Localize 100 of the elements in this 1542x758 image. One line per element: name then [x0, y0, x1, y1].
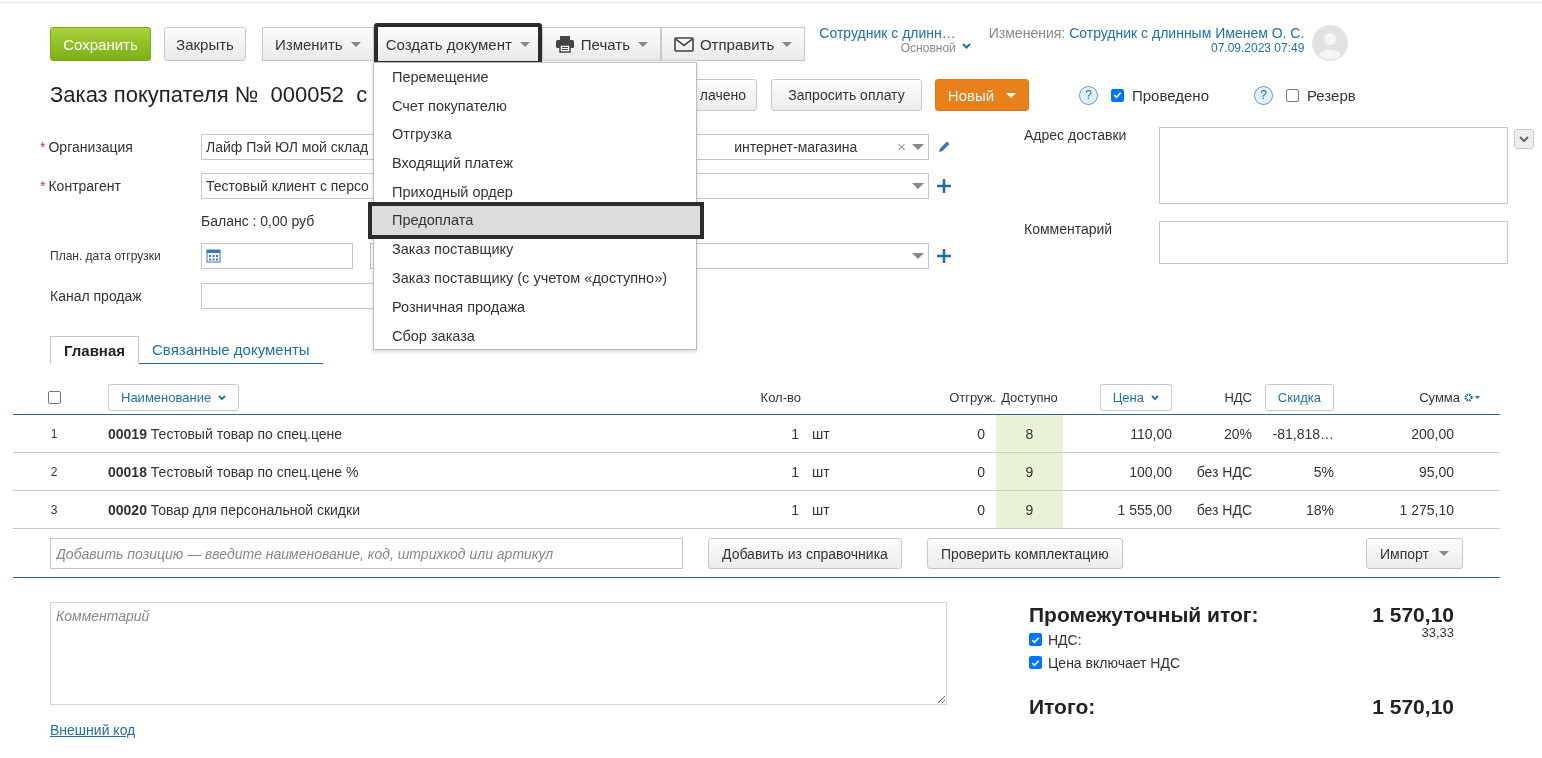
table-cell-text: -81,818… [1271, 424, 1335, 444]
document-title: Заказ покупателя № 000052 с [50, 82, 368, 107]
table-cell-text: 1 [790, 424, 800, 444]
caret-icon [782, 41, 793, 47]
menu-item[interactable]: Предоплата [368, 202, 704, 240]
printer-icon [554, 35, 575, 53]
comment-field[interactable] [1159, 221, 1508, 264]
table-cell-text: 0 [976, 462, 986, 482]
toolbar-button[interactable]: Закрыть [164, 27, 246, 61]
table-button[interactable]: Импорт [1366, 538, 1463, 569]
menu-item[interactable]: Входящий платеж [374, 149, 696, 178]
field-label: Комментарий [1024, 221, 1114, 237]
action-button[interactable]: Запросить оплату [771, 79, 922, 111]
checkbox[interactable] [1029, 633, 1042, 646]
chevron-icon [1151, 394, 1159, 400]
author-link[interactable]: Сотрудник с длинным Именем О. С. [1069, 25, 1305, 41]
required-marker: * [40, 177, 46, 194]
date-field[interactable] [201, 242, 353, 269]
table-cell-text: шт [811, 500, 831, 520]
caret-icon [1006, 92, 1017, 98]
tab[interactable]: Связанные документы [139, 336, 323, 364]
gear-icon[interactable] [1464, 392, 1480, 402]
toolbar-button[interactable]: Печать [541, 27, 661, 61]
tab[interactable]: Главная [50, 336, 139, 364]
total-value: 1 570,10 [1372, 695, 1454, 719]
required-marker: * [40, 138, 46, 155]
caret-icon [350, 41, 361, 47]
external-code-link[interactable]: Внешний код [50, 722, 136, 738]
caret-icon [637, 41, 648, 47]
chevron-icon[interactable] [961, 43, 971, 49]
table-cell-text: 1 275,10 [1398, 500, 1455, 520]
owner-link[interactable]: Сотрудник с длинн… [819, 25, 956, 41]
table-cell: 9 [996, 491, 1063, 528]
caret-icon [912, 182, 924, 189]
table-button[interactable]: Проверить комплектацию [926, 538, 1123, 569]
column-header: Отгруж. [949, 389, 996, 405]
help-icon[interactable]: ? [1254, 85, 1273, 105]
column-button[interactable]: Скидка [1264, 383, 1334, 411]
field-label: Канал продаж [50, 287, 142, 304]
table-cell-text: 0 [976, 500, 986, 520]
total-label: Итого: [1029, 695, 1096, 719]
owner-role: Основной [900, 41, 956, 55]
table-cell-text: 20% [1222, 424, 1253, 444]
table-cell-text: 95,00 [1417, 462, 1455, 482]
chevron-icon [1519, 135, 1529, 143]
checkbox[interactable] [47, 390, 61, 404]
toolbar-button[interactable]: Изменить [262, 27, 374, 61]
plus-icon[interactable] [937, 178, 951, 193]
subtotal-label: Промежуточный итог: [1029, 603, 1259, 627]
row-number: 3 [49, 501, 59, 519]
column-sort-button[interactable]: Наименование [108, 383, 240, 411]
toolbar-button[interactable]: Создать документ [373, 23, 542, 65]
column-sort-button[interactable]: Цена [1099, 383, 1172, 411]
subtotal-value: 1 570,10 [1372, 603, 1454, 627]
table-cell-text: 00018 Тестовый товар по спец.цене % [107, 462, 360, 482]
table-cell-text: шт [811, 462, 831, 482]
column-header: Кол-во [760, 389, 801, 405]
table-cell-text: 1 [790, 462, 800, 482]
table-cell: 8 [996, 415, 1063, 452]
toolbar-button[interactable]: Отправить [660, 27, 806, 61]
menu-item[interactable]: Отгрузка [374, 120, 696, 150]
plus-icon[interactable] [937, 248, 951, 263]
caret-icon [912, 252, 924, 259]
vat-value: 33,33 [1421, 625, 1454, 640]
checkbox[interactable] [1029, 656, 1042, 669]
field-label: Контрагент [48, 177, 121, 194]
row-number: 2 [49, 463, 59, 481]
caret-icon [1438, 551, 1449, 556]
address-field[interactable] [1159, 127, 1508, 204]
table-cell-text: 00019 Тестовый товар по спец.цене [107, 424, 344, 444]
menu-item[interactable]: Розничная продажа [374, 292, 696, 322]
checkbox-label: Проведено [1132, 86, 1209, 104]
menu-item[interactable]: Заказ поставщику (с учетом «доступно») [374, 264, 696, 293]
table-cell-text: 100,00 [1128, 462, 1173, 482]
table-cell-text: без НДС [1195, 462, 1253, 482]
envelope-icon [673, 36, 694, 52]
calendar-icon [206, 248, 221, 263]
table-cell-text: 1 555,00 [1116, 500, 1173, 520]
changes-label: Изменения: [988, 25, 1066, 41]
field-label: Организация [48, 138, 133, 155]
table-cell-text: 0 [976, 424, 986, 444]
table-cell: 9 [996, 453, 1063, 490]
comment-field[interactable]: Комментарий [50, 602, 947, 705]
menu-item[interactable]: Сбор заказа [374, 321, 696, 351]
table-cell-text: 1 [790, 500, 800, 520]
table-cell-text: шт [811, 424, 831, 444]
checkbox-label: Резерв [1307, 86, 1356, 104]
column-header: Сумма [1419, 389, 1460, 405]
table-cell-text: 110,00 [1129, 424, 1173, 444]
column-header: НДС [1224, 389, 1252, 405]
caret-icon [912, 143, 924, 150]
table-cell-text: 5% [1312, 462, 1335, 482]
checkbox[interactable] [1286, 88, 1299, 102]
chevron-icon [218, 394, 227, 400]
help-icon[interactable]: ? [1079, 85, 1098, 105]
checkbox[interactable] [1111, 88, 1124, 102]
pencil-icon[interactable] [937, 139, 951, 154]
balance-text: Баланс : 0,00 руб [201, 212, 315, 229]
table-button[interactable]: Добавить из справочника [708, 538, 902, 569]
dropdown-button[interactable] [1514, 129, 1534, 149]
